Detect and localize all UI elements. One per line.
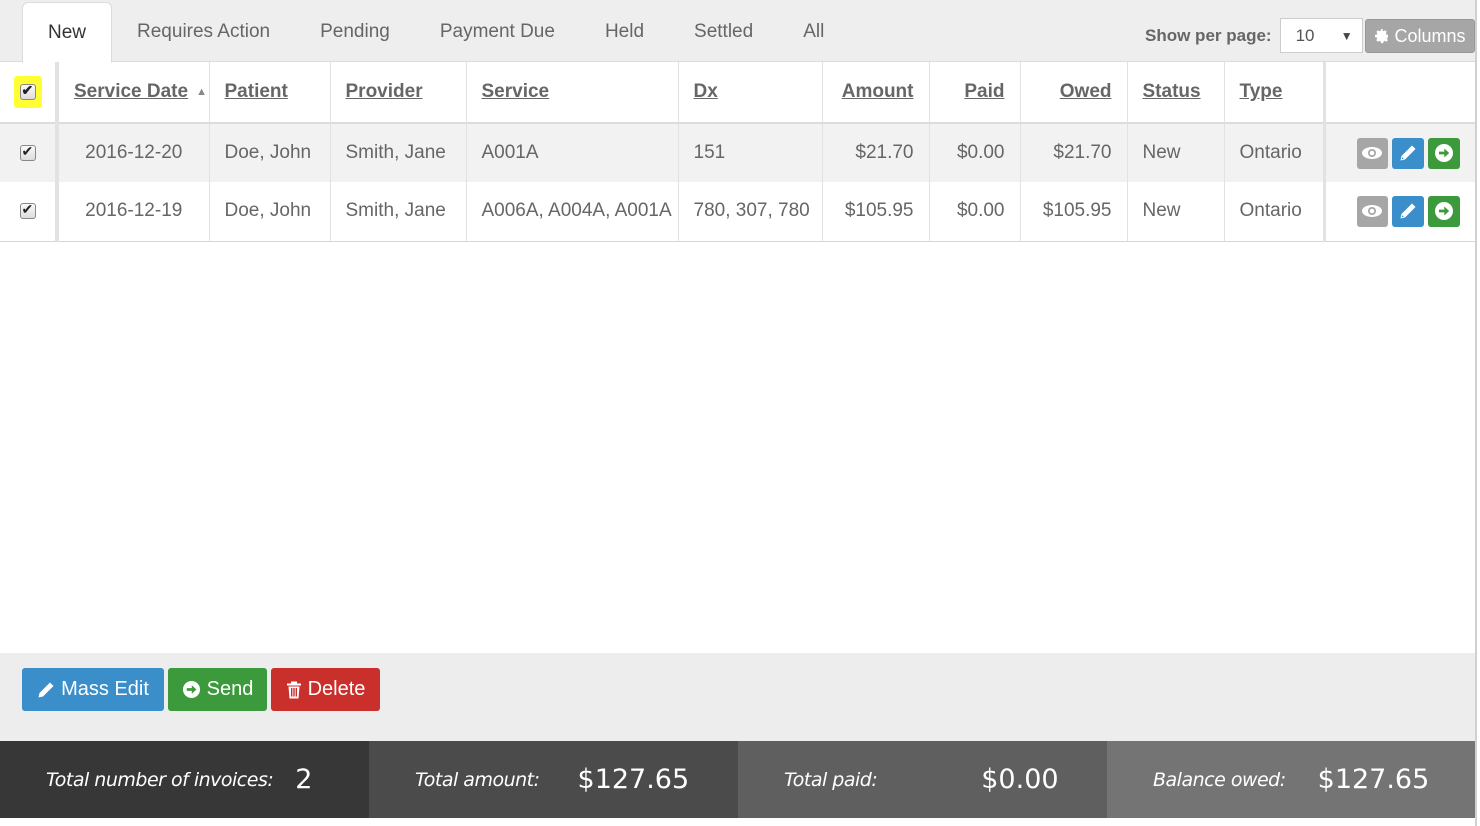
- header-service-date[interactable]: Service Date ▲: [57, 62, 210, 124]
- cell-amount: $105.95: [822, 182, 930, 242]
- eye-icon: [1362, 147, 1383, 159]
- header-paid[interactable]: Paid: [929, 62, 1021, 124]
- view-button[interactable]: [1356, 195, 1389, 227]
- per-page-label: Show per page:: [1145, 25, 1272, 45]
- per-page-control: Show per page: 10 ▼: [1145, 18, 1363, 53]
- view-button[interactable]: [1356, 137, 1389, 169]
- scrollbar-edge: [1475, 0, 1477, 826]
- select-all-cell: [0, 62, 59, 124]
- pencil-icon: [38, 682, 54, 697]
- status-tabs: New Requires Action Pending Payment Due …: [22, 2, 849, 63]
- table-header-row: Service Date▲ Patient Provider Service D…: [0, 62, 1475, 124]
- edit-button[interactable]: [1392, 137, 1425, 169]
- total-invoices: Total number of invoices: 2: [0, 741, 369, 818]
- header-patient[interactable]: Patient: [209, 62, 331, 124]
- cell-provider: Smith, Jane: [330, 123, 467, 182]
- send-button[interactable]: [1428, 195, 1460, 227]
- header-status[interactable]: Status: [1127, 62, 1225, 124]
- send-button[interactable]: [1428, 137, 1460, 169]
- header-service[interactable]: Service: [466, 62, 679, 124]
- cell-patient: Doe, John: [209, 182, 331, 242]
- columns-button[interactable]: Columns: [1365, 19, 1475, 53]
- balance-owed: Balance owed: $127.65: [1107, 741, 1475, 818]
- tab-all[interactable]: All: [778, 2, 849, 62]
- gear-icon: [1375, 29, 1389, 44]
- tab-new[interactable]: New: [22, 2, 113, 63]
- mass-edit-button[interactable]: Mass Edit: [22, 668, 164, 711]
- total-paid: Total paid: $0.00: [738, 741, 1107, 818]
- header-actions: [1322, 62, 1475, 124]
- total-invoices-value: 2: [295, 764, 313, 795]
- row-select-cell: [0, 123, 59, 182]
- row-checkbox[interactable]: [19, 143, 36, 161]
- cell-paid: $0.00: [929, 123, 1021, 182]
- select-all-highlight: [13, 76, 42, 108]
- bulk-actions-bar: Mass Edit Send Delete: [0, 653, 1475, 741]
- tab-pending[interactable]: Pending: [295, 2, 415, 62]
- dropdown-arrow-icon: ▼: [1340, 28, 1353, 43]
- header-owed[interactable]: Owed: [1020, 62, 1128, 124]
- tab-requires-action[interactable]: Requires Action: [112, 2, 295, 62]
- cell-paid: $0.00: [929, 182, 1021, 242]
- per-page-select[interactable]: 10 ▼: [1279, 18, 1363, 53]
- header-type[interactable]: Type: [1224, 62, 1325, 124]
- row-checkbox[interactable]: [19, 201, 36, 220]
- header-provider[interactable]: Provider: [330, 62, 467, 124]
- trash-icon: [286, 681, 301, 698]
- cell-service: A001A: [466, 123, 679, 182]
- balance-owed-label: Balance owed:: [1153, 768, 1286, 791]
- edit-button[interactable]: [1392, 195, 1425, 227]
- cell-owed: $21.70: [1020, 123, 1128, 182]
- cell-status: New: [1127, 182, 1225, 242]
- totals-bar: Total number of invoices: 2 Total amount…: [0, 741, 1475, 818]
- cell-amount: $21.70: [822, 123, 930, 182]
- arrow-circle-right-icon: [1435, 144, 1454, 162]
- total-paid-label: Total paid:: [784, 768, 878, 791]
- cell-dx: 151: [678, 123, 823, 182]
- cell-owed: $105.95: [1020, 182, 1128, 242]
- total-paid-value: $0.00: [981, 764, 1059, 795]
- balance-owed-value: $127.65: [1317, 764, 1430, 795]
- total-amount: Total amount: $127.65: [369, 741, 738, 818]
- cell-dx: 780, 307, 780: [678, 182, 823, 242]
- cell-status: New: [1127, 123, 1225, 182]
- pencil-icon: [1400, 145, 1416, 161]
- row-actions: [1322, 123, 1475, 182]
- header-dx[interactable]: Dx: [678, 62, 823, 124]
- cell-provider: Smith, Jane: [330, 182, 467, 242]
- per-page-value: 10: [1295, 25, 1315, 45]
- select-all-checkbox[interactable]: [19, 82, 36, 100]
- cell-type: Ontario: [1224, 182, 1325, 242]
- bulk-send-button[interactable]: Send: [168, 668, 267, 711]
- cell-patient: Doe, John: [209, 123, 331, 182]
- table-row: 2016-12-20 Doe, John Smith, Jane A001A 1…: [0, 123, 1475, 182]
- total-invoices-label: Total number of invoices:: [46, 768, 274, 791]
- cell-service-date: 2016-12-20: [57, 123, 210, 182]
- cell-service-date: 2016-12-19: [57, 182, 210, 242]
- tab-settled[interactable]: Settled: [669, 2, 778, 62]
- eye-icon: [1362, 205, 1383, 218]
- arrow-circle-right-icon: [1435, 202, 1454, 221]
- delete-button[interactable]: Delete: [271, 668, 380, 711]
- arrow-circle-right-icon: [182, 680, 200, 699]
- row-actions: [1322, 182, 1475, 242]
- header-amount[interactable]: Amount: [822, 62, 930, 124]
- cell-service: A006A, A004A, A001A: [466, 182, 679, 242]
- row-select-cell: [0, 182, 59, 242]
- tab-payment-due[interactable]: Payment Due: [415, 2, 580, 62]
- columns-label: Columns: [1394, 25, 1466, 46]
- top-bar: New Requires Action Pending Payment Due …: [0, 0, 1475, 63]
- pencil-icon: [1400, 203, 1416, 219]
- total-amount-value: $127.65: [577, 764, 690, 795]
- cell-type: Ontario: [1224, 123, 1325, 182]
- tab-held[interactable]: Held: [580, 2, 669, 62]
- total-amount-label: Total amount:: [415, 768, 540, 791]
- invoices-table: Service Date▲ Patient Provider Service D…: [0, 62, 1475, 242]
- table-row: 2016-12-19 Doe, John Smith, Jane A006A, …: [0, 182, 1475, 242]
- sort-ascending-icon: ▲: [196, 86, 207, 98]
